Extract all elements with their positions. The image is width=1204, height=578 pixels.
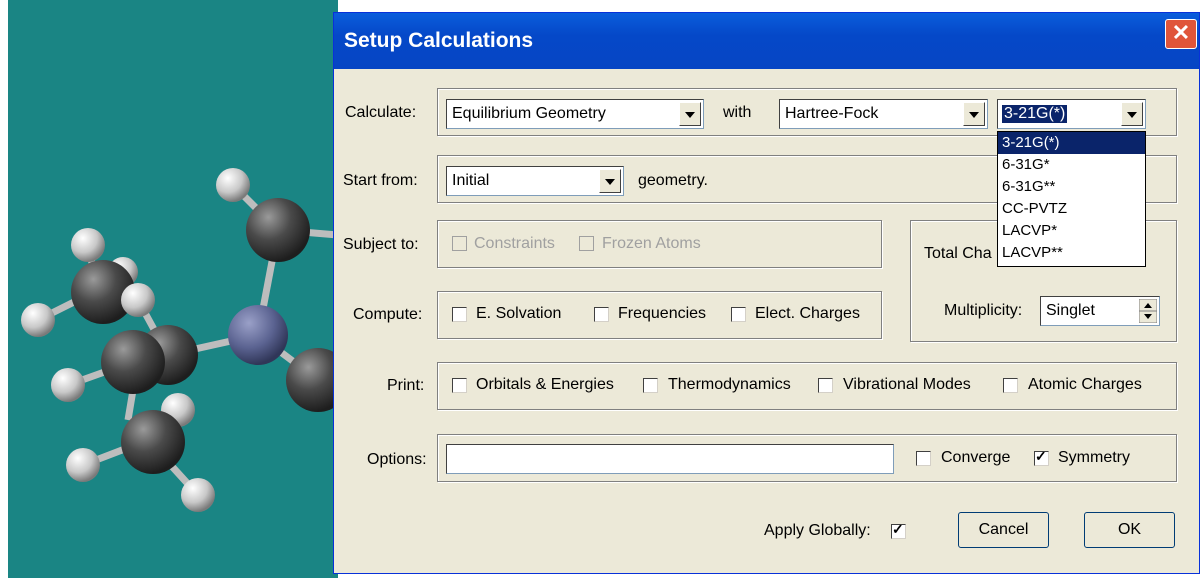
check-icon: ✓	[1035, 448, 1047, 464]
orbitals-checkbox[interactable]	[452, 378, 467, 393]
frequencies-checkbox[interactable]	[594, 307, 609, 322]
task-value: Equilibrium Geometry	[452, 105, 606, 122]
apply-globally-label: Apply Globally:	[764, 522, 871, 539]
start-select[interactable]: Initial	[446, 166, 624, 196]
constraints-label: Constraints	[474, 235, 555, 252]
compute-label: Compute:	[353, 306, 423, 323]
orbitals-label: Orbitals & Energies	[476, 376, 614, 393]
calculate-label: Calculate:	[345, 104, 417, 121]
method-select[interactable]: Hartree-Fock	[779, 99, 988, 129]
converge-label: Converge	[941, 449, 1011, 466]
title-bar[interactable]: Setup Calculations ✕	[334, 13, 1199, 69]
chevron-down-icon[interactable]	[679, 102, 701, 126]
basis-option[interactable]: LACVP*	[998, 220, 1145, 242]
basis-option[interactable]: 6-31G**	[998, 176, 1145, 198]
multiplicity-value: Singlet	[1046, 302, 1095, 319]
ok-button[interactable]: OK	[1084, 512, 1175, 548]
with-label: with	[723, 104, 752, 121]
molecule-model	[21, 168, 338, 512]
vibrational-modes-label: Vibrational Modes	[843, 376, 971, 393]
solvation-label: E. Solvation	[476, 305, 562, 322]
basis-option[interactable]: 6-31G*	[998, 154, 1145, 176]
frozen-atoms-checkbox	[579, 236, 594, 251]
charges-checkbox[interactable]	[731, 307, 746, 322]
thermodynamics-label: Thermodynamics	[668, 376, 791, 393]
method-value: Hartree-Fock	[785, 105, 879, 122]
check-icon: ✓	[892, 521, 904, 537]
start-value: Initial	[452, 172, 490, 189]
frozen-atoms-label: Frozen Atoms	[602, 235, 701, 252]
options-input[interactable]	[446, 444, 894, 474]
chevron-down-icon[interactable]	[1121, 102, 1143, 126]
multiplicity-label: Multiplicity:	[944, 302, 1023, 319]
spinner-arrows-icon[interactable]	[1139, 299, 1157, 323]
basis-value: 3-21G(*)	[1002, 105, 1068, 123]
options-label: Options:	[367, 451, 427, 468]
basis-select[interactable]: 3-21G(*)	[997, 99, 1146, 129]
vibrational-modes-checkbox[interactable]	[818, 378, 833, 393]
basis-option[interactable]: 3-21G(*)	[998, 132, 1145, 154]
basis-dropdown-list[interactable]: 3-21G(*) 6-31G* 6-31G** CC-PVTZ LACVP* L…	[997, 131, 1146, 267]
thermodynamics-checkbox[interactable]	[643, 378, 658, 393]
multiplicity-spinner[interactable]: Singlet	[1040, 296, 1160, 326]
close-button[interactable]: ✕	[1165, 19, 1197, 49]
symmetry-label: Symmetry	[1058, 449, 1130, 466]
molecule-viewport[interactable]	[8, 0, 338, 578]
charges-label: Elect. Charges	[755, 305, 860, 322]
cancel-button[interactable]: Cancel	[958, 512, 1049, 548]
task-select[interactable]: Equilibrium Geometry	[446, 99, 704, 129]
chevron-down-icon[interactable]	[963, 102, 985, 126]
atomic-charges-checkbox[interactable]	[1003, 378, 1018, 393]
solvation-checkbox[interactable]	[452, 307, 467, 322]
frequencies-label: Frequencies	[618, 305, 707, 322]
symmetry-checkbox[interactable]: ✓	[1034, 448, 1049, 466]
converge-checkbox[interactable]	[916, 451, 931, 466]
close-icon: ✕	[1171, 20, 1191, 45]
geometry-label: geometry.	[638, 172, 708, 189]
basis-option[interactable]: LACVP**	[998, 242, 1145, 264]
start-from-label: Start from:	[343, 172, 418, 189]
print-label: Print:	[387, 377, 425, 394]
constraints-checkbox	[452, 236, 467, 251]
dialog-title: Setup Calculations	[344, 29, 534, 52]
atomic-charges-label: Atomic Charges	[1028, 376, 1142, 393]
total-charge-label: Total Cha	[924, 245, 992, 262]
chevron-down-icon[interactable]	[599, 169, 621, 193]
basis-option[interactable]: CC-PVTZ	[998, 198, 1145, 220]
apply-globally-checkbox[interactable]: ✓	[891, 521, 906, 539]
subject-to-label: Subject to:	[343, 236, 419, 253]
